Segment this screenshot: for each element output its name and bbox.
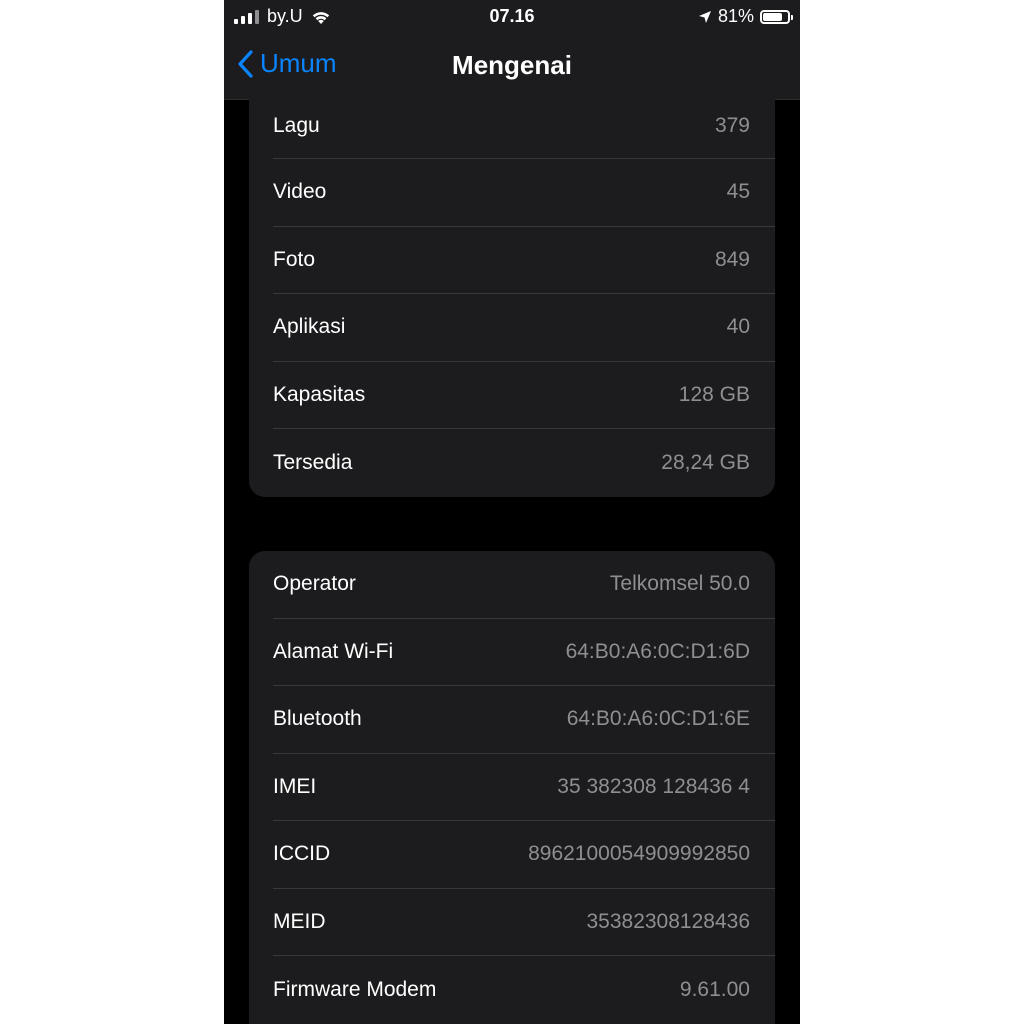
row-label: IMEI: [273, 774, 317, 798]
row-label: Aplikasi: [273, 315, 346, 339]
row-value: 40: [726, 315, 750, 339]
row-label: Operator: [273, 572, 356, 596]
page-title: Mengenai: [452, 50, 572, 80]
row-value: 28,24 GB: [661, 450, 750, 474]
row-value: 9.61.00: [679, 977, 750, 1001]
row-label: Tersedia: [273, 450, 353, 474]
row-video: Video 45: [273, 159, 775, 227]
row-label: Video: [273, 180, 327, 204]
row-meid: MEID 35382308128436: [273, 889, 775, 956]
row-bluetooth: Bluetooth 64:B0:A6:0C:D1:6E: [273, 686, 775, 754]
status-bar: by.U 07.16 81%: [224, 0, 800, 34]
row-wifi-address: Alamat Wi-Fi 64:B0:A6:0C:D1:6D: [273, 619, 775, 686]
row-value: 8962100054909992850: [528, 842, 750, 866]
battery-percent: 81%: [717, 6, 754, 26]
row-tersedia: Tersedia 28,24 GB: [273, 429, 775, 497]
row-value: 45: [726, 180, 750, 204]
row-value: 64:B0:A6:0C:D1:6E: [566, 707, 750, 731]
phone-screen: by.U 07.16 81% Umum Mengenai Lagu 379 Vi…: [224, 0, 800, 1024]
row-value: 379: [714, 114, 750, 137]
battery-fill: [763, 12, 783, 21]
row-value: 64:B0:A6:0C:D1:6D: [565, 639, 750, 663]
row-value: 35 382308 128436 4: [557, 774, 750, 798]
row-label: Alamat Wi-Fi: [273, 639, 394, 663]
row-operator[interactable]: Operator Telkomsel 50.0: [273, 551, 775, 619]
row-foto: Foto 849: [273, 227, 775, 294]
network-info-group: Operator Telkomsel 50.0 Alamat Wi-Fi 64:…: [249, 551, 775, 1024]
row-kapasitas: Kapasitas 128 GB: [273, 362, 775, 429]
row-label: MEID: [273, 909, 326, 933]
navigation-bar: Umum Mengenai: [224, 34, 800, 100]
row-label: Firmware Modem: [273, 977, 437, 1001]
row-aplikasi: Aplikasi 40: [273, 294, 775, 362]
row-value: 35382308128436: [586, 909, 750, 933]
row-label: Kapasitas: [273, 382, 366, 406]
row-firmware-modem: Firmware Modem 9.61.00: [273, 956, 775, 1024]
status-right: 81%: [698, 6, 793, 27]
media-info-group: Lagu 379 Video 45 Foto 849 Aplikasi 40 K…: [249, 92, 775, 497]
row-iccid: ICCID 8962100054909992850: [273, 821, 775, 889]
row-lagu: Lagu 379: [273, 92, 775, 159]
row-label: ICCID: [273, 842, 331, 866]
row-value: Telkomsel 50.0: [609, 572, 750, 596]
location-arrow-icon: [698, 10, 711, 23]
row-value: 128 GB: [678, 382, 750, 406]
row-value: 849: [714, 247, 750, 271]
row-label: Bluetooth: [273, 707, 362, 731]
row-label: Foto: [273, 247, 316, 271]
battery-icon: [760, 9, 793, 24]
row-imei: IMEI 35 382308 128436 4: [273, 754, 775, 821]
row-label: Lagu: [273, 114, 320, 137]
